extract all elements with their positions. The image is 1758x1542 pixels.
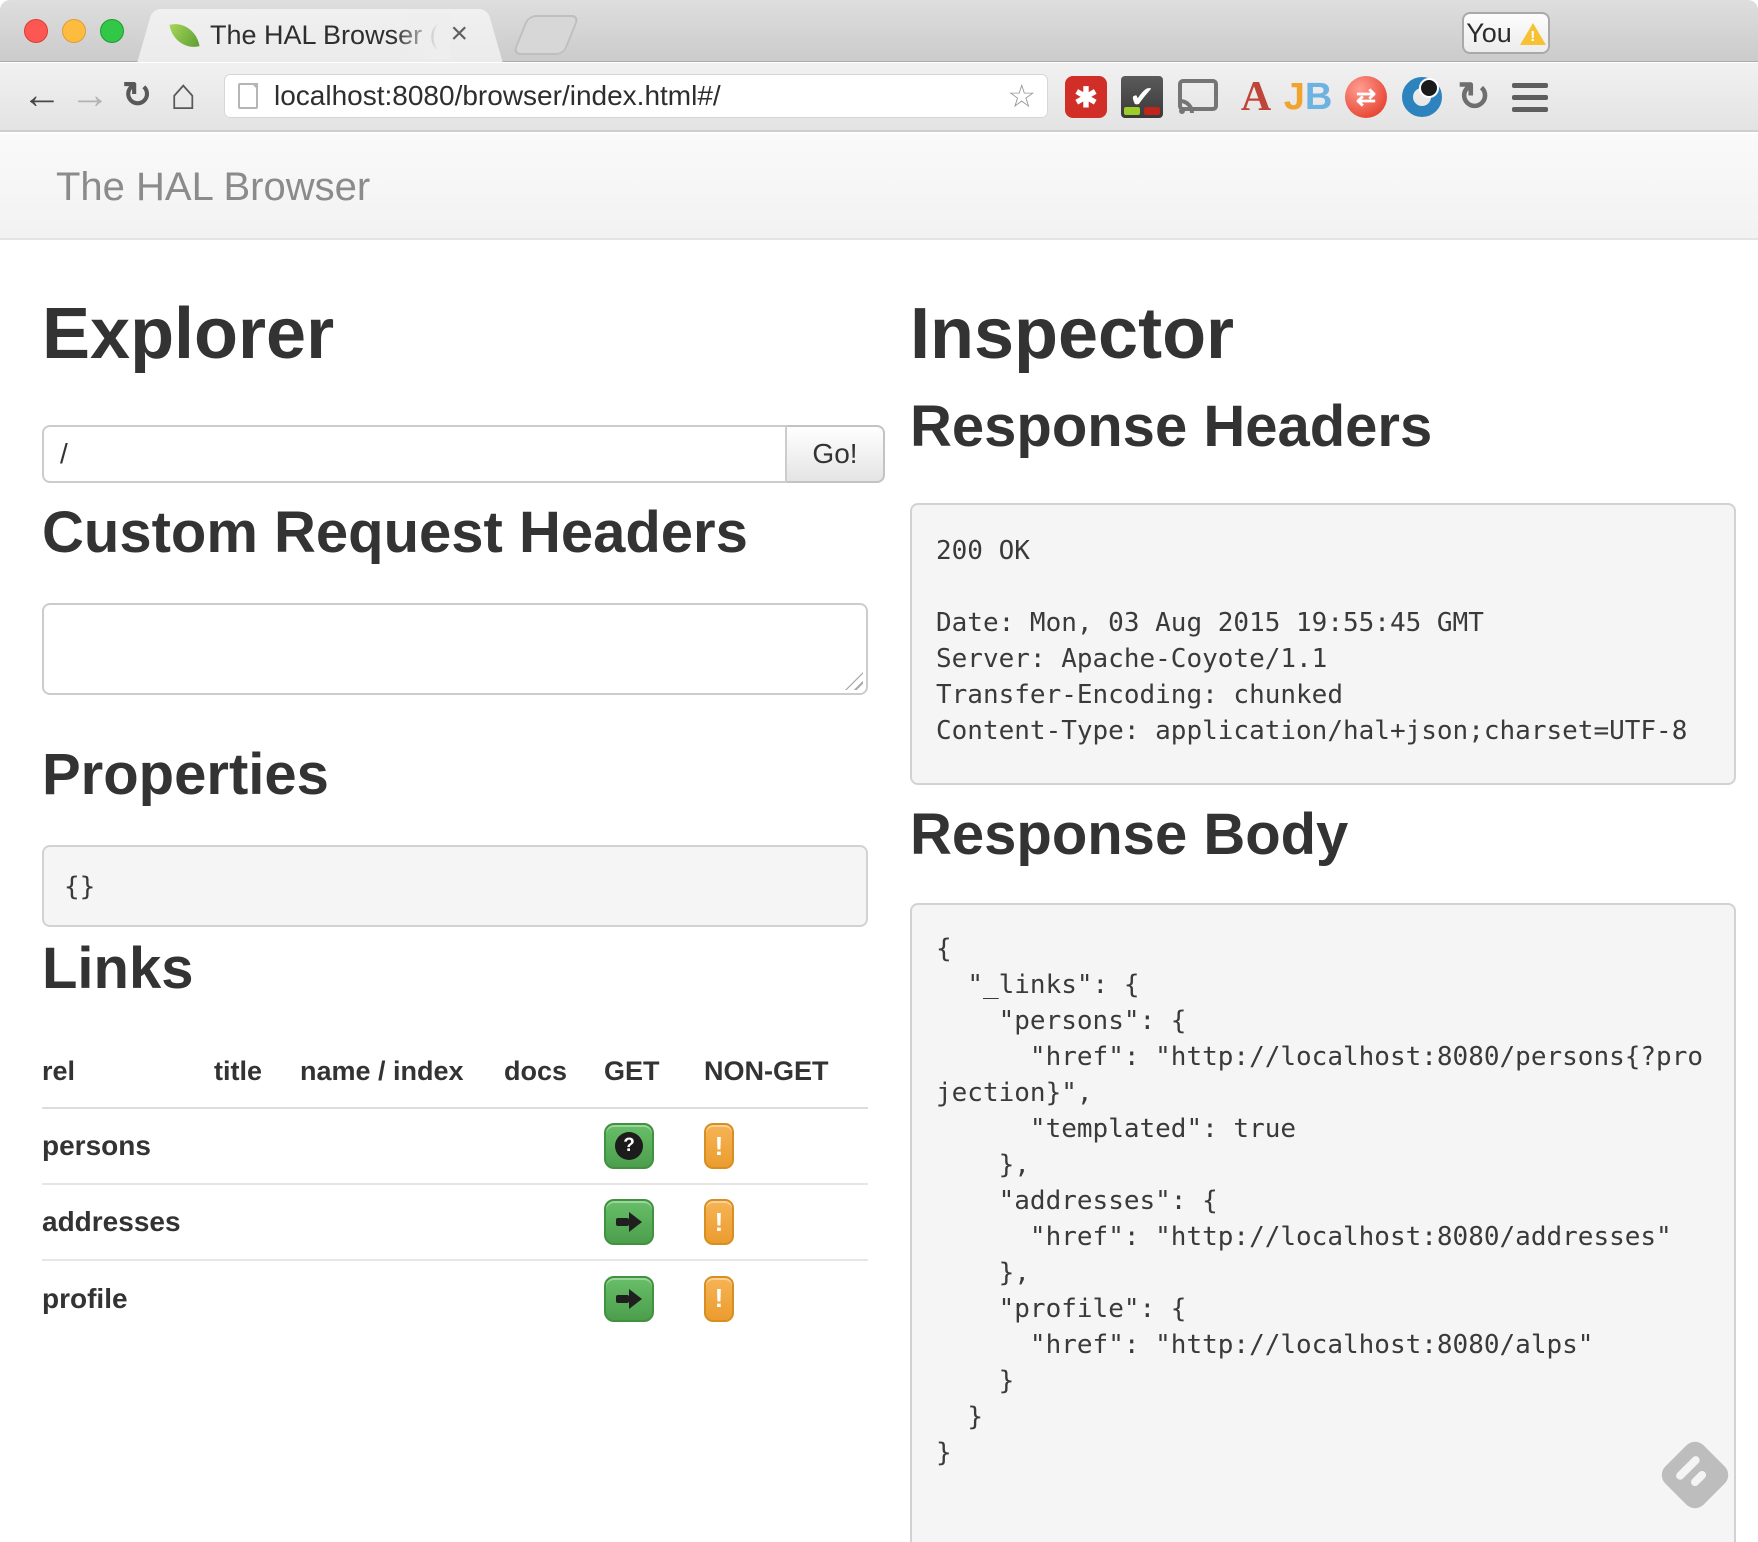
tab-sync-extension-icon[interactable]: ↻ xyxy=(1452,75,1496,119)
profile-button[interactable]: You ! xyxy=(1462,12,1550,54)
tab-title-fade xyxy=(394,13,450,59)
explorer-address-input[interactable] xyxy=(42,425,787,483)
reload-icon[interactable]: ↻ xyxy=(122,63,152,130)
col-docs: docs xyxy=(504,1042,604,1108)
col-title: title xyxy=(214,1042,300,1108)
bookmark-star-icon[interactable]: ☆ xyxy=(1007,74,1036,118)
back-icon[interactable]: ← xyxy=(22,63,62,130)
url-text[interactable]: localhost:8080/browser/index.html#/ xyxy=(274,74,721,118)
tab-close-icon[interactable]: × xyxy=(450,9,468,62)
response-headers-box: 200 OK Date: Mon, 03 Aug 2015 19:55:45 G… xyxy=(910,503,1736,785)
explorer-address-group: Go! xyxy=(42,425,885,483)
custom-headers-area xyxy=(42,603,868,695)
non-get-button[interactable]: ! xyxy=(704,1199,734,1245)
window-minimize-button[interactable] xyxy=(62,19,86,43)
non-get-button[interactable]: ! xyxy=(704,1276,734,1322)
new-tab-button[interactable] xyxy=(512,15,580,55)
chromecast-extension-icon[interactable] xyxy=(1176,75,1220,119)
profile-warning-icon: ! xyxy=(1520,22,1546,45)
exclamation-icon: ! xyxy=(715,1283,724,1314)
table-row-addresses: addresses ! xyxy=(42,1184,868,1260)
get-button[interactable] xyxy=(604,1276,654,1322)
question-sign-icon: ? xyxy=(615,1132,643,1160)
custom-request-headers-title: Custom Request Headers xyxy=(42,502,748,564)
arrow-right-icon xyxy=(616,1289,642,1309)
page-icon xyxy=(238,83,258,109)
rel-label: profile xyxy=(42,1260,214,1336)
font-a-extension-icon[interactable]: A xyxy=(1234,75,1278,119)
active-tab[interactable]: The HAL Browser (customiz × xyxy=(158,9,482,62)
properties-title: Properties xyxy=(42,744,329,806)
brand-title: The HAL Browser xyxy=(56,134,370,240)
response-body-title: Response Body xyxy=(910,804,1348,866)
profile-label: You xyxy=(1466,18,1512,49)
blue-circle-extension-icon[interactable] xyxy=(1400,75,1444,119)
rel-label: persons xyxy=(42,1108,214,1184)
address-bar[interactable]: localhost:8080/browser/index.html#/ ☆ xyxy=(224,74,1048,118)
table-row-profile: profile ! xyxy=(42,1260,868,1336)
browser-toolbar: ← → ↻ ⌂ localhost:8080/browser/index.htm… xyxy=(0,63,1758,132)
go-button[interactable]: Go! xyxy=(787,425,885,483)
browser-window: The HAL Browser (customiz × You ! ← → ↻ … xyxy=(0,0,1758,1542)
explorer-title: Explorer xyxy=(42,296,334,372)
rel-label: addresses xyxy=(42,1184,214,1260)
get-button[interactable]: ? xyxy=(604,1123,654,1169)
table-row-persons: persons ? ! xyxy=(42,1108,868,1184)
lastpass-extension-icon[interactable]: ✱ xyxy=(1064,75,1108,119)
custom-headers-textarea[interactable] xyxy=(42,603,868,695)
col-non-get: NON-GET xyxy=(704,1042,868,1108)
response-body-box: { "_links": { "persons": { "href": "http… xyxy=(910,903,1736,1542)
forward-icon[interactable]: → xyxy=(70,63,110,130)
col-name-index: name / index xyxy=(300,1042,504,1108)
task-check-extension-icon[interactable]: ✔ xyxy=(1120,75,1164,119)
page-header-banner: The HAL Browser xyxy=(0,134,1758,240)
links-table: rel title name / index docs GET NON-GET … xyxy=(42,1042,868,1336)
arrow-right-icon xyxy=(616,1212,642,1232)
chrome-menu-icon[interactable] xyxy=(1508,75,1552,119)
response-headers-title: Response Headers xyxy=(910,396,1432,458)
home-icon[interactable]: ⌂ xyxy=(170,63,197,130)
properties-value: {} xyxy=(42,845,868,927)
exclamation-icon: ! xyxy=(715,1207,724,1238)
non-get-button[interactable]: ! xyxy=(704,1123,734,1169)
links-header-row: rel title name / index docs GET NON-GET xyxy=(42,1042,868,1108)
col-rel: rel xyxy=(42,1042,214,1108)
window-zoom-button[interactable] xyxy=(100,19,124,43)
tab-bar: The HAL Browser (customiz × You ! xyxy=(0,0,1758,62)
jetbrains-extension-icon[interactable]: JB xyxy=(1286,75,1330,119)
red-sync-extension-icon[interactable]: ⇄ xyxy=(1344,75,1388,119)
get-button[interactable] xyxy=(604,1199,654,1245)
col-get: GET xyxy=(604,1042,704,1108)
window-close-button[interactable] xyxy=(24,19,48,43)
inspector-title: Inspector xyxy=(910,296,1234,372)
links-title: Links xyxy=(42,938,194,1000)
spring-leaf-favicon-icon xyxy=(169,20,199,52)
exclamation-icon: ! xyxy=(715,1131,724,1162)
